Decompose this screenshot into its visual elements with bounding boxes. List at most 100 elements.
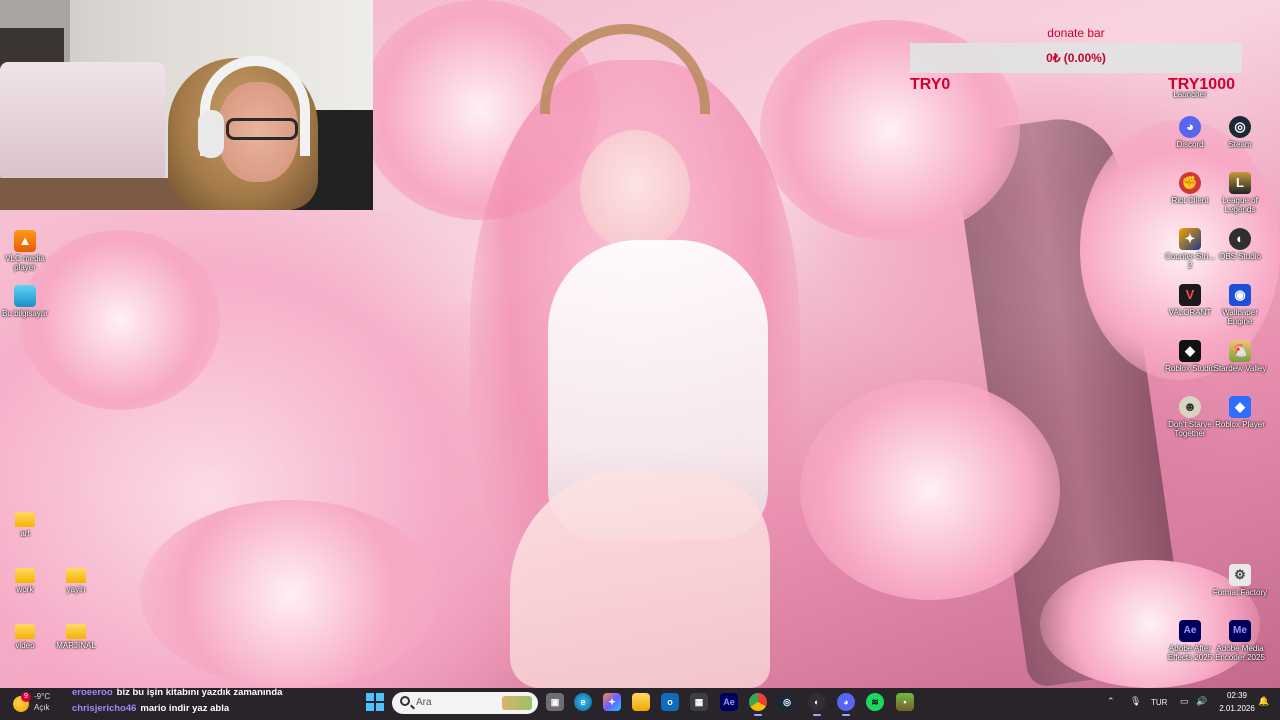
copilot-icon[interactable]: ✦ [603, 693, 621, 711]
clock-time[interactable]: 02:39 [1222, 691, 1252, 700]
steam-taskbar-icon[interactable]: ◎ [778, 693, 796, 711]
desktop-icon-dst[interactable]: ☻ Don't Starve Together [1162, 396, 1218, 438]
input-language[interactable]: TUR [1151, 698, 1167, 707]
obs-icon: ◐ [1229, 228, 1251, 250]
folder-icon [15, 568, 35, 583]
desktop-icon-league[interactable]: L League of Legends [1212, 172, 1268, 214]
file-explorer-icon[interactable] [632, 693, 650, 711]
desktop-icon-video[interactable]: video [0, 620, 53, 650]
desktop-icon-label: Roblox Player [1215, 420, 1265, 429]
wallpaper-character-face [580, 130, 690, 250]
desktop-icon-label: Adobe Media Encoder 2025 [1215, 644, 1265, 662]
store-icon[interactable]: ▦ [690, 693, 708, 711]
network-icon[interactable]: ▭ [1180, 696, 1189, 707]
search-highlight-image [502, 696, 532, 710]
desktop-icon-cs2[interactable]: ✦ Counter-Stri... 2 [1162, 228, 1218, 270]
microphone-icon[interactable]: 🎙 [1130, 696, 1141, 707]
desktop-icon-media-encoder[interactable]: Me Adobe Media Encoder 2025 [1212, 620, 1268, 662]
desktop-icon-launcher[interactable]: Launcher [1162, 88, 1218, 99]
desktop-icon-valorant[interactable]: V VALORANT [1162, 284, 1218, 317]
wallpaper-engine-icon: ◉ [1229, 284, 1251, 306]
desktop-icon-label: Adobe After Effects 2025 [1167, 644, 1213, 662]
weather-temperature: -9°C [34, 692, 51, 701]
folder-icon [15, 512, 35, 527]
desktop-icon-label: VLC media player [5, 254, 45, 272]
desktop-icon-label: Bu bilgisayar [2, 309, 48, 318]
desktop-icon-label: art [20, 529, 30, 538]
roblox-studio-icon: ◆ [1179, 340, 1201, 362]
taskbar-search[interactable]: Ara [392, 692, 538, 714]
task-view-button[interactable]: ▣ [546, 693, 564, 711]
desktop-icon-label: video [15, 641, 35, 650]
desktop-icon-yayin[interactable]: yayin [48, 564, 104, 594]
desktop-icon-discord[interactable]: ◕ Discord [1162, 116, 1218, 149]
desktop-icon-label: Format Factory [1212, 588, 1268, 597]
desktop-icon-steam[interactable]: ◎ Steam [1212, 116, 1268, 149]
tray-overflow-chevron-icon[interactable]: ⌃ [1107, 696, 1115, 707]
folder-icon [66, 568, 86, 583]
outlook-icon[interactable]: o [661, 693, 679, 711]
edge-icon[interactable]: e [574, 693, 592, 711]
desktop-icon-stardew[interactable]: 🐔 Stardew Valley [1212, 340, 1268, 373]
desktop-icon-label: Counter-Stri... 2 [1165, 252, 1215, 270]
desktop-icon-wallpaper-engine[interactable]: ◉ Wallpaper Engine [1212, 284, 1268, 326]
volume-icon[interactable]: 🔊 [1196, 696, 1207, 707]
donate-bar-title: donate bar [1047, 26, 1105, 40]
spotify-icon[interactable]: ≋ [866, 693, 884, 711]
desktop-icon-marjinal[interactable]: MARJINAL [48, 620, 104, 650]
donate-bar-amount: 0₺ (0.00%) [1046, 51, 1106, 65]
desktop-icon-label: Steam [1228, 140, 1252, 149]
search-icon [400, 696, 410, 706]
chat-text: biz bu işin kitabını yazdık zamanında [116, 687, 283, 698]
desktop-icon-label: VALORANT [1168, 308, 1212, 317]
start-button[interactable] [366, 693, 384, 711]
discord-taskbar-icon[interactable]: ◕ [837, 693, 855, 716]
desktop-icon-label: yayin [66, 585, 86, 594]
wallpaper-character-legs [510, 470, 770, 688]
webcam-headphone-earcup [198, 110, 224, 158]
valorant-icon: V [1179, 284, 1201, 306]
chat-text: mario indir yaz abla [140, 703, 230, 714]
notification-bell-icon[interactable]: 🔔 [1258, 696, 1269, 707]
media-encoder-icon: Me [1229, 620, 1251, 642]
desktop-icon-format-factory[interactable]: ⚙ Format Factory [1212, 564, 1268, 597]
folder-icon [66, 624, 86, 639]
chat-overlay: eroeeroo biz bu işin kitabını yazdık zama… [72, 685, 282, 717]
desktop-icon-roblox-studio[interactable]: ◆ Roblox Studio [1162, 340, 1218, 373]
desktop-icon-label: Stardew Valley [1213, 364, 1267, 373]
desktop-icon-work[interactable]: work [0, 564, 53, 594]
chrome-icon[interactable] [749, 693, 767, 716]
webcam-bed [0, 62, 165, 182]
donate-bar-track: 0₺ (0.00%) [910, 43, 1242, 73]
desktop-icon-vlc[interactable]: ▲ VLC media player [0, 230, 53, 272]
folder-icon [15, 624, 35, 639]
desktop-icon-label: Roblox Studio [1165, 364, 1215, 373]
desktop-icon-this-pc[interactable]: Bu bilgisayar [0, 285, 53, 318]
desktop-icon-label: League of Legends [1222, 196, 1258, 214]
vlc-icon: ▲ [14, 230, 36, 252]
desktop-icon-label: Launcher [1173, 90, 1207, 99]
desktop-icon-label: Riot Client [1171, 196, 1209, 205]
desktop-icon-label: Wallpaper Engine [1222, 308, 1258, 326]
desktop-icon-riot-client[interactable]: ✊ Riot Client [1162, 172, 1218, 205]
desktop-icon-obs[interactable]: ◐ OBS Studio [1212, 228, 1268, 261]
desktop-icon-art[interactable]: art [0, 508, 53, 538]
roblox-player-icon: ◆ [1229, 396, 1251, 418]
wallpaper-blossom [140, 500, 440, 688]
desktop-icon-after-effects[interactable]: Ae Adobe After Effects 2025 [1162, 620, 1218, 662]
clock-date[interactable]: 2.01.2026 [1215, 704, 1259, 713]
obs-taskbar-icon[interactable]: ◐ [808, 693, 826, 716]
weather-description: Açık [34, 703, 50, 712]
wallpaper-blossom [800, 380, 1060, 600]
desktop-icon-label: MARJINAL [56, 641, 96, 650]
after-effects-icon: Ae [1179, 620, 1201, 642]
webcam-overlay [0, 0, 373, 210]
notification-badge: 9 [21, 692, 31, 702]
after-effects-taskbar-icon[interactable]: Ae [720, 693, 738, 711]
desktop-icon-label: OBS Studio [1219, 252, 1261, 261]
desktop-icon-label: work [16, 585, 34, 594]
format-factory-icon: ⚙ [1229, 564, 1251, 586]
league-icon: L [1229, 172, 1251, 194]
minecraft-icon[interactable]: ▪ [896, 693, 914, 711]
desktop-icon-roblox-player[interactable]: ◆ Roblox Player [1212, 396, 1268, 429]
